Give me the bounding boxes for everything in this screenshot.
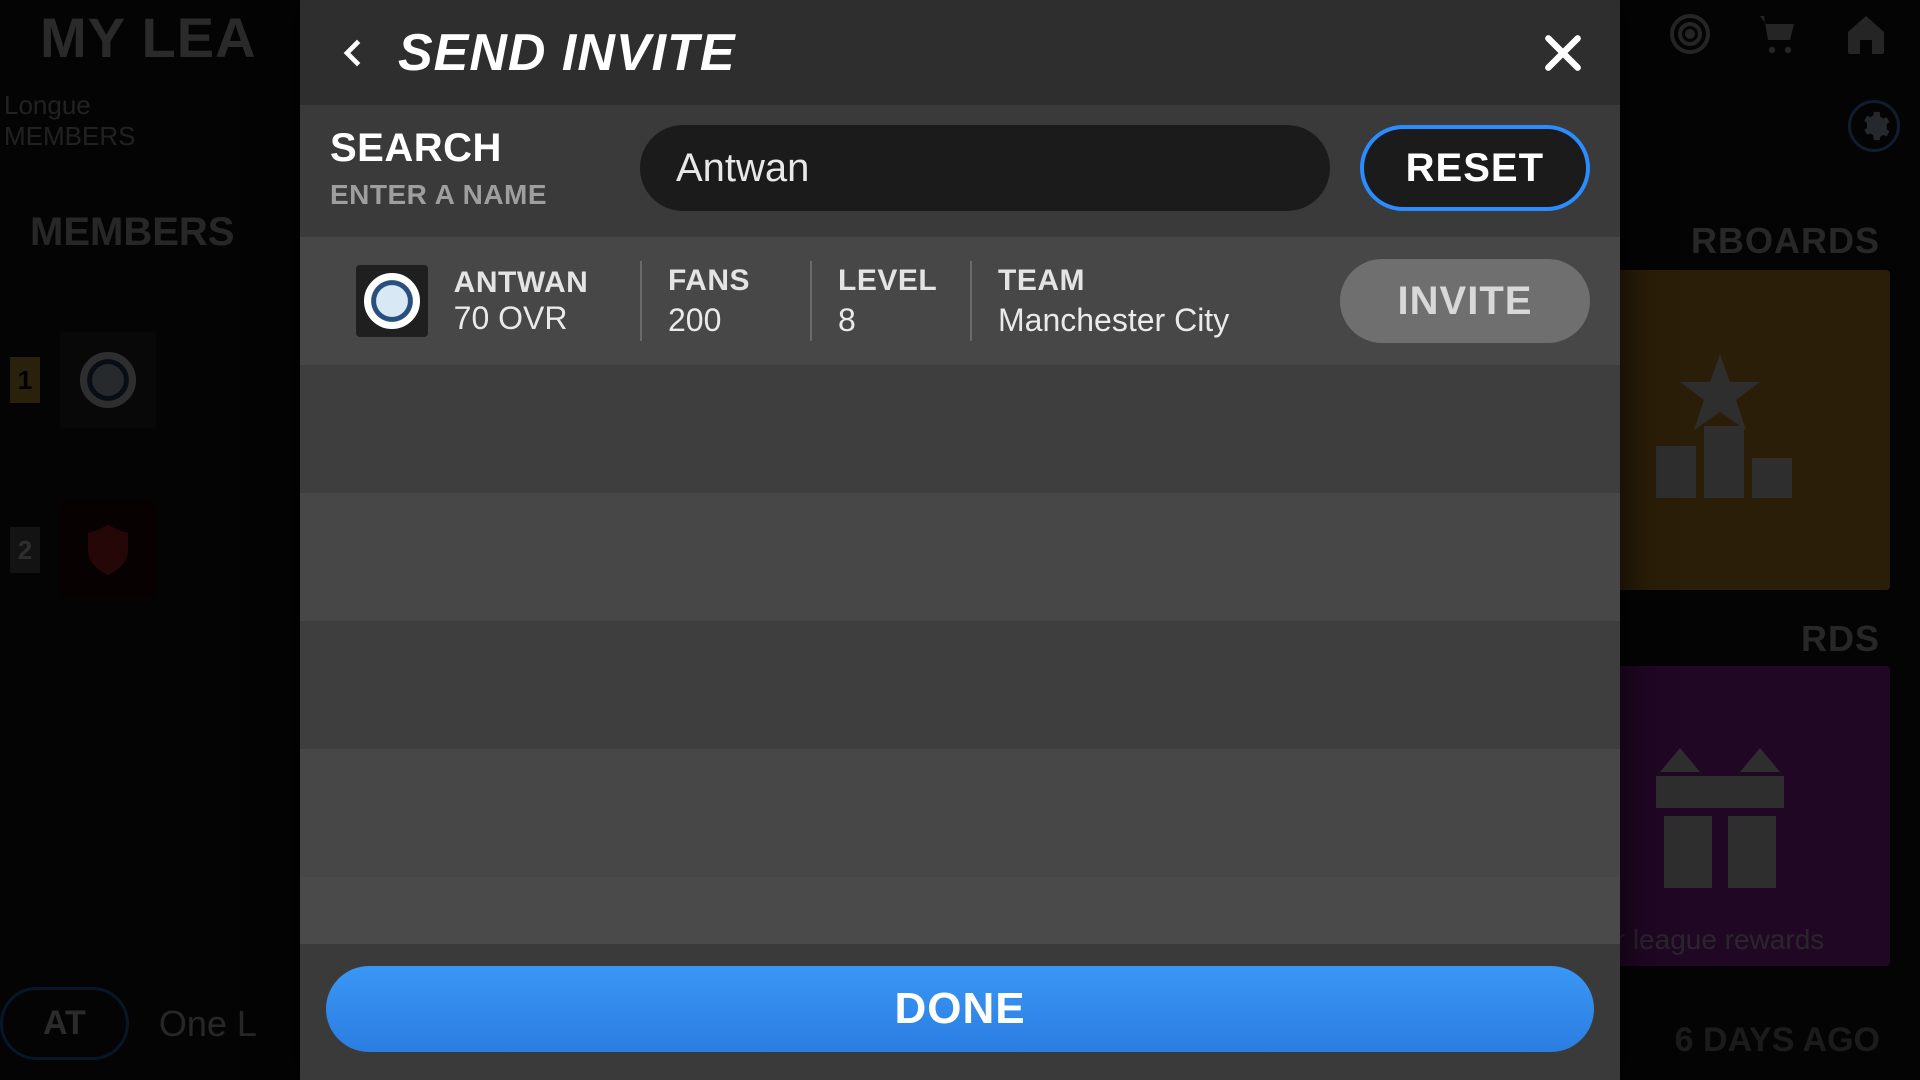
- player-name: ANTWAN: [454, 266, 589, 300]
- close-button[interactable]: [1536, 26, 1590, 80]
- fans-value: 200: [668, 302, 784, 339]
- team-label: TEAM: [998, 264, 1244, 298]
- empty-row: [300, 365, 1620, 493]
- done-button[interactable]: DONE: [326, 966, 1594, 1052]
- cell-fans: FANS 200: [640, 261, 810, 341]
- team-value: Manchester City: [998, 302, 1244, 339]
- result-row: ANTWAN 70 OVR FANS 200 LEVEL 8 TEAM Manc…: [300, 237, 1620, 365]
- invite-button[interactable]: INVITE: [1340, 259, 1590, 343]
- close-icon: [1541, 31, 1585, 75]
- player-crest-icon: [356, 265, 428, 337]
- cell-team: TEAM Manchester City: [970, 261, 1270, 341]
- send-invite-modal: SEND INVITE SEARCH ENTER A NAME RESET AN…: [300, 0, 1620, 1080]
- level-value: 8: [838, 302, 944, 339]
- search-bar: SEARCH ENTER A NAME RESET: [300, 105, 1620, 237]
- reset-button[interactable]: RESET: [1360, 125, 1590, 211]
- level-label: LEVEL: [838, 264, 944, 298]
- search-input[interactable]: [640, 125, 1330, 211]
- modal-overlay: SEND INVITE SEARCH ENTER A NAME RESET AN…: [0, 0, 1920, 1080]
- done-bar: DONE: [300, 944, 1620, 1080]
- results-list: ANTWAN 70 OVR FANS 200 LEVEL 8 TEAM Manc…: [300, 237, 1620, 944]
- modal-header: SEND INVITE: [300, 0, 1620, 105]
- empty-row: [300, 749, 1620, 877]
- search-label: SEARCH: [330, 126, 610, 171]
- back-button[interactable]: [330, 31, 374, 75]
- cell-player: ANTWAN 70 OVR: [330, 261, 640, 341]
- search-sublabel: ENTER A NAME: [330, 179, 610, 211]
- cell-level: LEVEL 8: [810, 261, 970, 341]
- empty-row: [300, 493, 1620, 621]
- modal-title: SEND INVITE: [398, 23, 736, 83]
- chevron-left-icon: [332, 33, 372, 73]
- player-ovr: 70 OVR: [454, 300, 589, 337]
- fans-label: FANS: [668, 264, 784, 298]
- empty-row: [300, 621, 1620, 749]
